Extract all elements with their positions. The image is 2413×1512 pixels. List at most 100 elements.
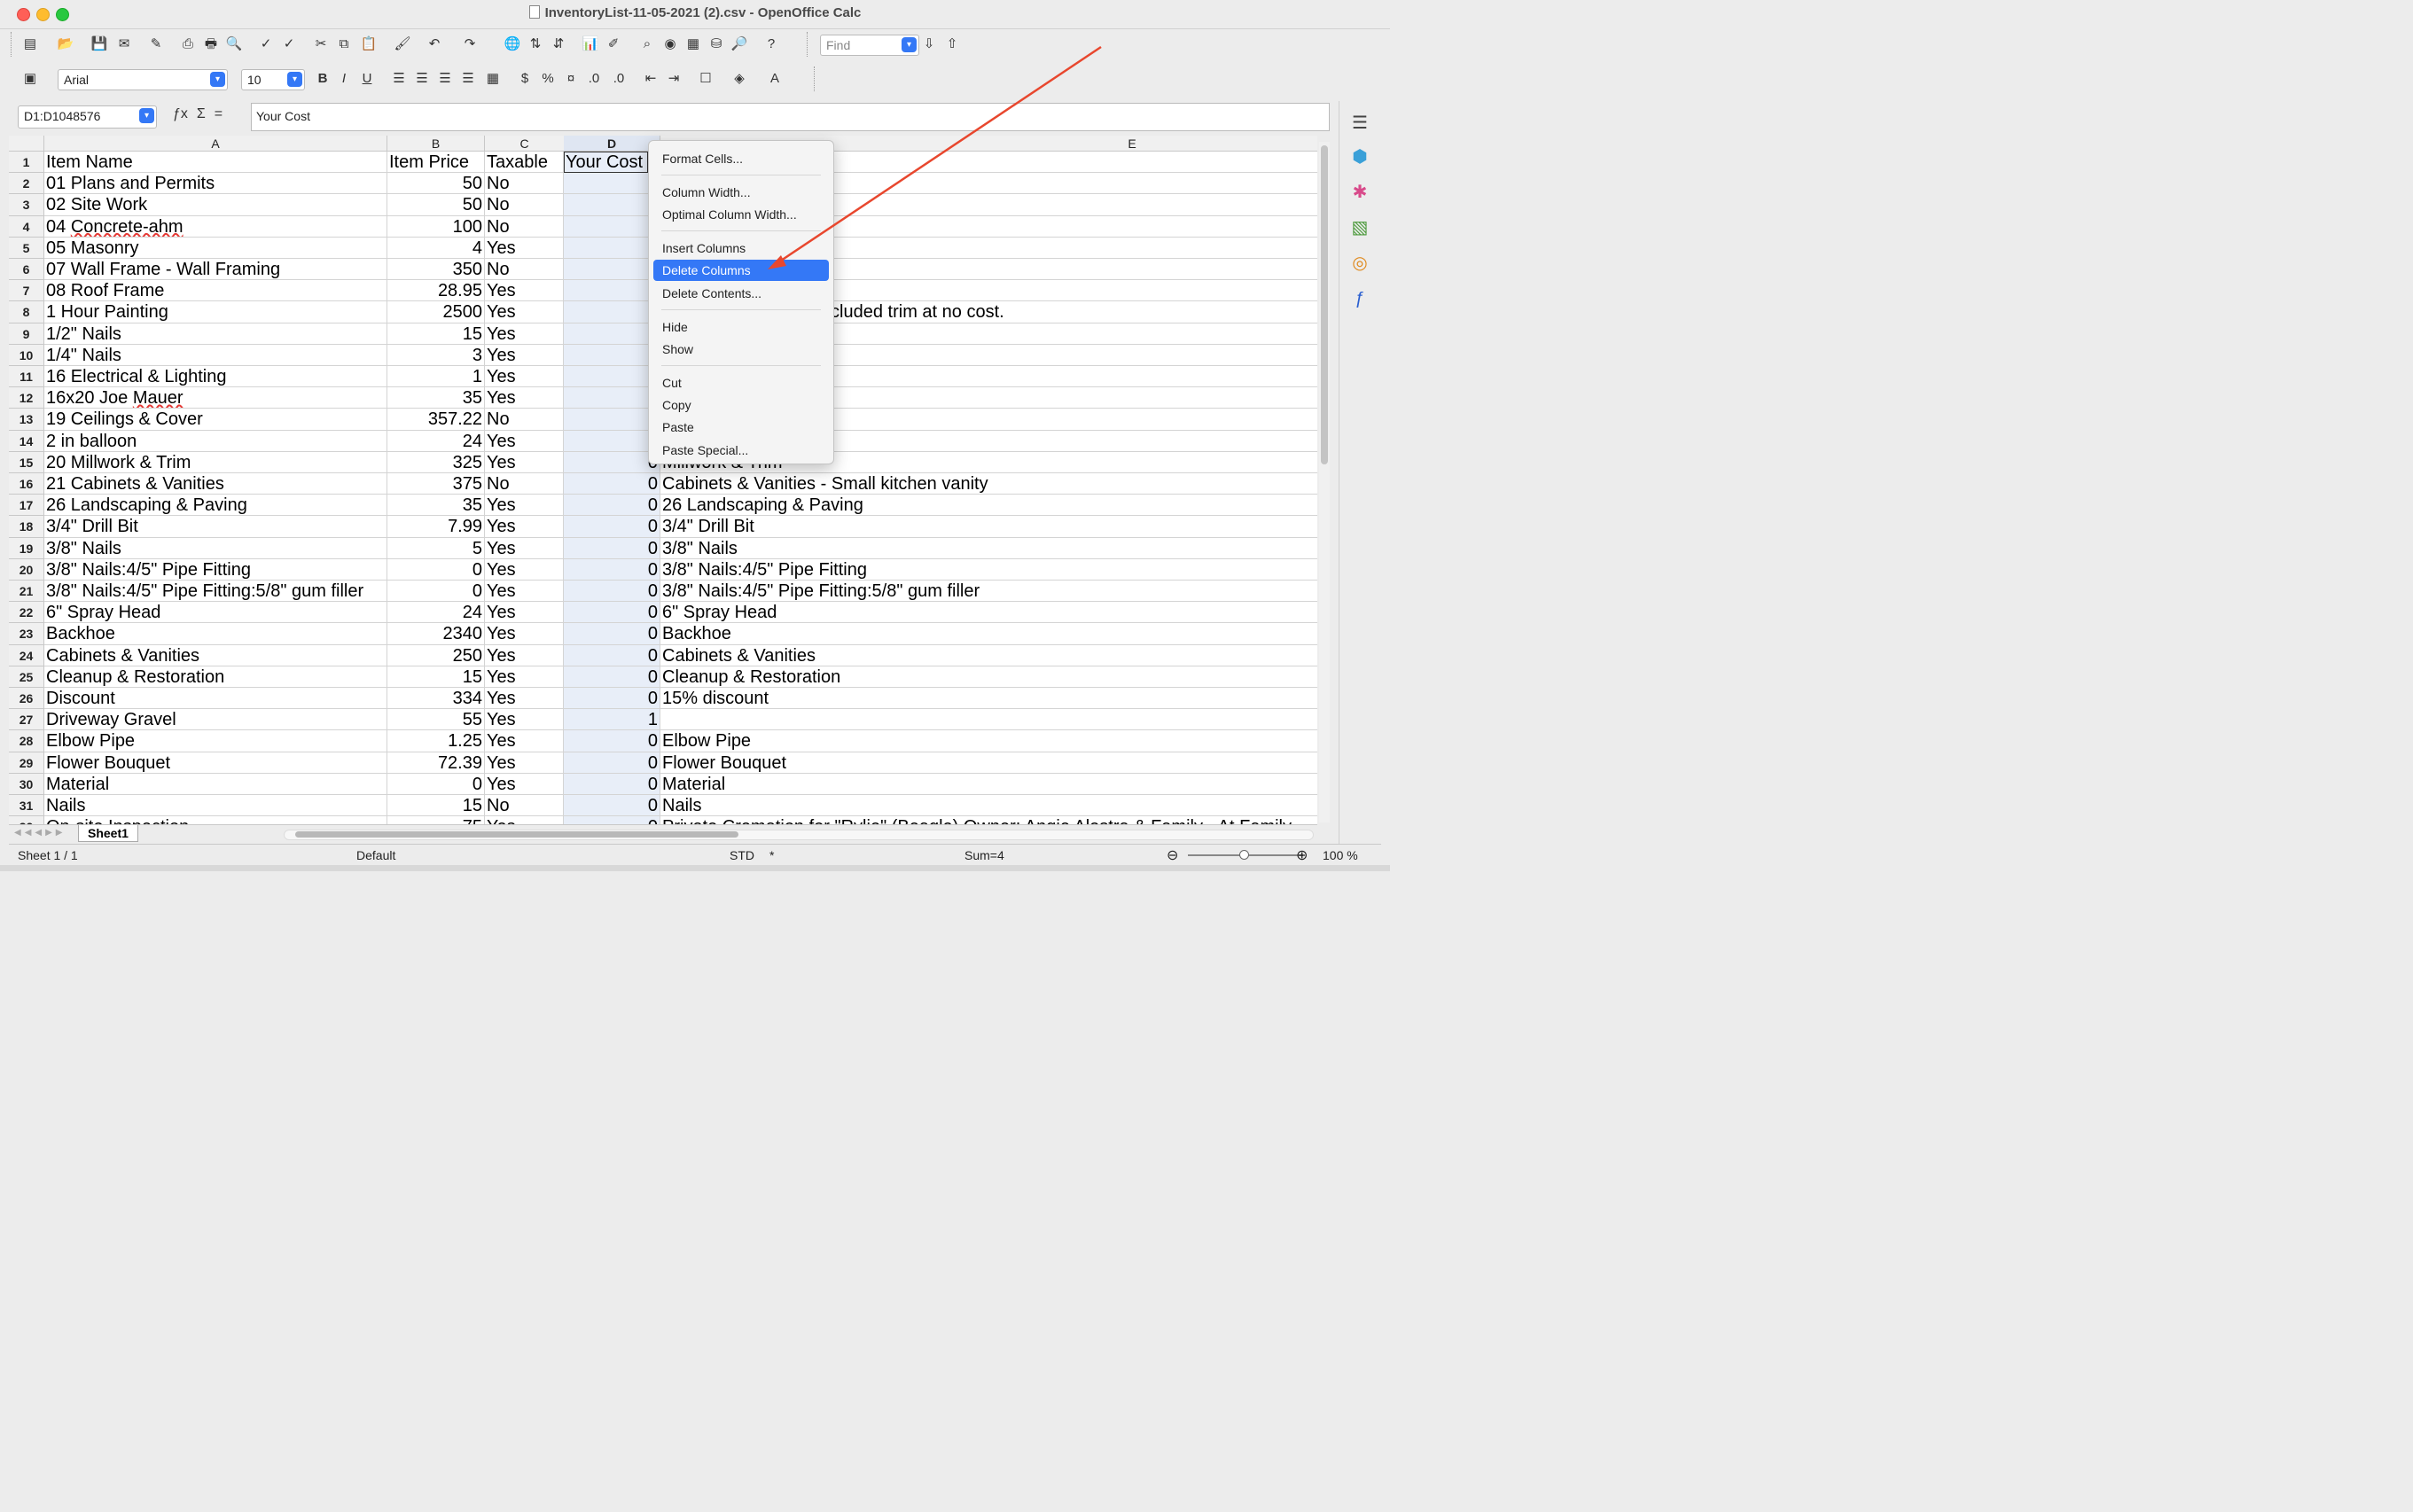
menu-item-hide[interactable]: Hide	[653, 316, 829, 338]
sum-icon[interactable]: Σ	[197, 106, 206, 121]
cell-item-name[interactable]: Cleanup & Restoration	[44, 666, 387, 688]
row-header[interactable]: 3	[9, 194, 44, 216]
cell-taxable[interactable]: Yes	[485, 688, 564, 710]
cell-your-cost[interactable]	[564, 430, 660, 452]
cell-item-name[interactable]: Backhoe	[44, 623, 387, 645]
cell-description[interactable]: Elbow Pipe	[660, 730, 1317, 752]
cell-description[interactable]: Backhoe	[660, 623, 1317, 645]
row-header[interactable]: 11	[9, 366, 44, 388]
row-header[interactable]: 32	[9, 816, 44, 824]
cell-item-price[interactable]: 24	[387, 430, 485, 452]
new-document-icon[interactable]: ▤	[21, 35, 39, 53]
row-header[interactable]: 25	[9, 666, 44, 688]
cell-taxable[interactable]: No	[485, 215, 564, 238]
cell-your-cost[interactable]: 0	[564, 558, 660, 581]
italic-icon[interactable]: I	[335, 70, 353, 88]
cell-description[interactable]: Nails	[660, 795, 1317, 817]
cell-item-price[interactable]: 50	[387, 173, 485, 195]
autospell-icon[interactable]: ✓	[280, 35, 298, 53]
cell-item-price[interactable]: 100	[387, 215, 485, 238]
find-input[interactable]: Find ▾	[820, 35, 919, 56]
cell-taxable[interactable]: Yes	[485, 773, 564, 795]
cell-your-cost[interactable]	[564, 409, 660, 431]
cell-item-name[interactable]: 16x20 Joe Mauer	[44, 387, 387, 409]
cell-taxable[interactable]: Yes	[485, 323, 564, 345]
justify-icon[interactable]: ☰	[459, 70, 477, 88]
cut-icon[interactable]: ✂	[312, 35, 330, 53]
row-header[interactable]: 8	[9, 301, 44, 323]
cell-item-price[interactable]: 24	[387, 602, 485, 624]
row-header[interactable]: 22	[9, 602, 44, 624]
cell-item-name[interactable]: 3/4" Drill Bit	[44, 516, 387, 538]
cell-taxable[interactable]: No	[485, 473, 564, 495]
zoom-slider-knob[interactable]	[1239, 850, 1249, 860]
row-header[interactable]: 4	[9, 215, 44, 238]
row-header[interactable]: 5	[9, 237, 44, 259]
chevron-down-icon[interactable]: ▾	[139, 108, 154, 123]
cell-item-price[interactable]: 0	[387, 558, 485, 581]
cell-taxable[interactable]: Yes	[485, 495, 564, 517]
cell-your-cost[interactable]: 0	[564, 752, 660, 774]
cell-item-price[interactable]: 250	[387, 644, 485, 666]
cell-your-cost[interactable]	[564, 366, 660, 388]
standard-format-icon[interactable]: ¤	[562, 70, 580, 88]
cell-item-price[interactable]: Item Price	[387, 152, 485, 174]
borders-icon[interactable]: ☐	[697, 70, 715, 88]
merge-cells-icon[interactable]: ▦	[484, 70, 502, 88]
cell-description[interactable]: 6" Spray Head	[660, 602, 1317, 624]
cell-item-name[interactable]: 1/4" Nails	[44, 344, 387, 366]
function-wizard-icon[interactable]: ƒx	[173, 106, 188, 121]
cell-your-cost[interactable]: 0	[564, 688, 660, 710]
decrease-indent-icon[interactable]: ⇤	[642, 70, 660, 88]
cell-description[interactable]: 3/8" Nails:4/5" Pipe Fitting:5/8" gum fi…	[660, 581, 1317, 603]
cell-item-name[interactable]: 3/8" Nails:4/5" Pipe Fitting:5/8" gum fi…	[44, 581, 387, 603]
email-icon[interactable]: ✉	[115, 35, 133, 53]
cell-item-price[interactable]: 72.39	[387, 752, 485, 774]
cell-your-cost[interactable]	[564, 387, 660, 409]
cell-item-price[interactable]: 2340	[387, 623, 485, 645]
vertical-scroll-thumb[interactable]	[1321, 145, 1328, 464]
redo-icon[interactable]: ↷	[461, 35, 479, 53]
print-preview-icon[interactable]: 🔍	[225, 35, 243, 53]
cell-taxable[interactable]: Yes	[485, 237, 564, 259]
cell-your-cost[interactable]	[564, 344, 660, 366]
cell-item-name[interactable]: 05 Masonry	[44, 237, 387, 259]
hyperlink-icon[interactable]: 🌐	[504, 35, 521, 53]
cell-item-price[interactable]: 3	[387, 344, 485, 366]
cell-item-price[interactable]: 357.22	[387, 409, 485, 431]
clone-formatting-icon[interactable]: 🖌	[394, 35, 411, 53]
horizontal-scrollbar[interactable]	[284, 830, 1314, 840]
cell-item-price[interactable]: 4	[387, 237, 485, 259]
cell-taxable[interactable]: Yes	[485, 816, 564, 824]
cell-your-cost[interactable]: 1	[564, 709, 660, 731]
find-previous-icon[interactable]: ⇧	[943, 35, 961, 53]
hamburger-menu-icon[interactable]: ☰	[1348, 112, 1371, 135]
row-header[interactable]: 30	[9, 773, 44, 795]
row-header[interactable]: 9	[9, 323, 44, 345]
cell-taxable[interactable]: Yes	[485, 451, 564, 473]
row-header[interactable]: 14	[9, 430, 44, 452]
properties-icon[interactable]: ⬢	[1348, 145, 1371, 168]
cell-item-name[interactable]: Driveway Gravel	[44, 709, 387, 731]
cell-description[interactable]: 3/8" Nails	[660, 538, 1317, 559]
cell-your-cost[interactable]	[564, 194, 660, 216]
row-header[interactable]: 19	[9, 537, 44, 559]
row-header[interactable]: 26	[9, 688, 44, 710]
cell-item-price[interactable]: 50	[387, 194, 485, 216]
row-header[interactable]: 18	[9, 516, 44, 538]
cell-description[interactable]: Flower Bouquet	[660, 752, 1317, 774]
styles-icon[interactable]: ▣	[21, 70, 39, 88]
cell-taxable[interactable]: Yes	[485, 709, 564, 731]
cell-item-name[interactable]: 20 Millwork & Trim	[44, 451, 387, 473]
row-header[interactable]: 1	[9, 152, 44, 174]
percent-format-icon[interactable]: %	[539, 70, 557, 88]
cell-taxable[interactable]: No	[485, 795, 564, 817]
menu-item-paste-special[interactable]: Paste Special...	[653, 440, 829, 461]
cell-your-cost[interactable]: 0	[564, 816, 660, 824]
cell-item-price[interactable]: 15	[387, 666, 485, 688]
menu-item-delete-contents[interactable]: Delete Contents...	[653, 283, 829, 304]
status-selection-mode[interactable]: STD	[730, 848, 754, 862]
menu-item-delete-columns[interactable]: Delete Columns	[653, 260, 829, 281]
cell-your-cost[interactable]: 0	[564, 516, 660, 538]
cell-taxable[interactable]: Yes	[485, 644, 564, 666]
